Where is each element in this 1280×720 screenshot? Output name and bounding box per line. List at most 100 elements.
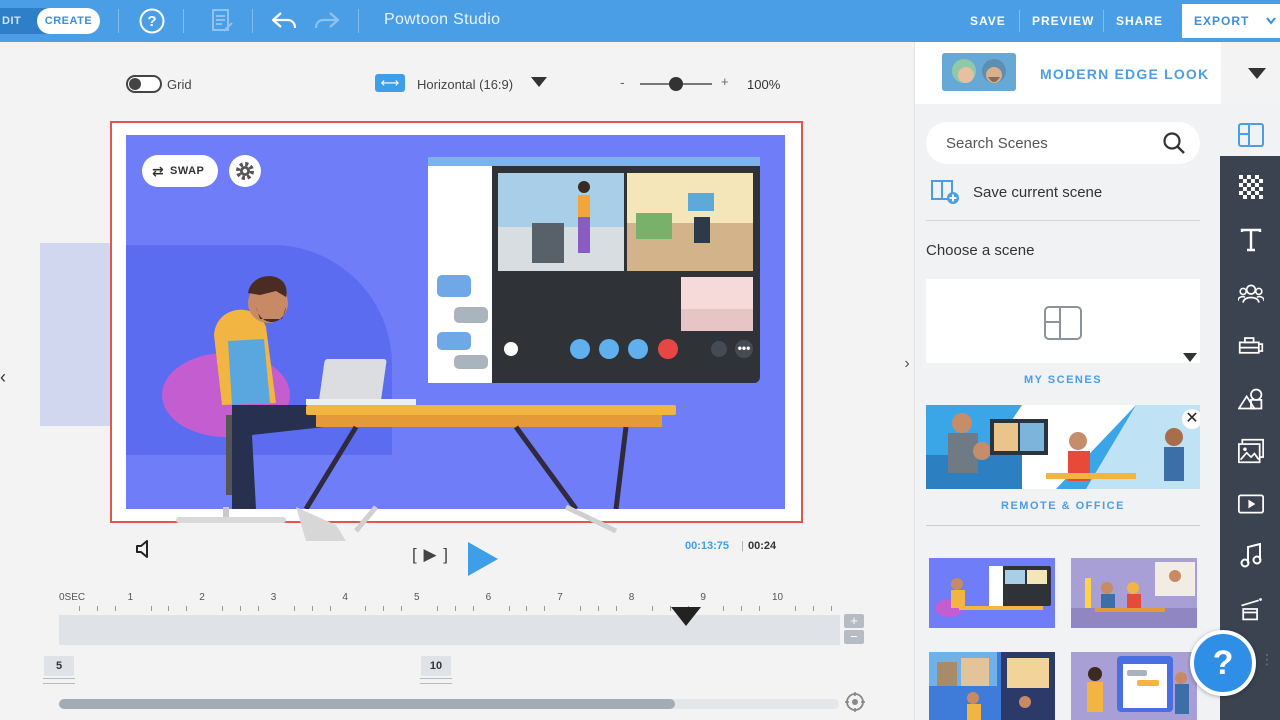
style-caret-icon[interactable] [1248,68,1266,79]
toolbar-divider [252,9,253,33]
scene-prev-arrow[interactable]: ‹ [0,367,6,388]
zoom-out-button[interactable]: - [620,74,625,90]
edit-mode-button[interactable]: DIT [0,8,36,34]
create-mode-button[interactable]: CREATE [37,8,100,34]
mode-toggle[interactable]: DIT CREATE [0,8,100,34]
scene-marker[interactable]: 10 [421,656,451,676]
timeline-zoom-out-button[interactable]: − [844,630,864,644]
scrollbar-thumb[interactable] [59,699,675,709]
ruler-tick [186,606,188,611]
play-icon[interactable] [466,541,500,577]
zoom-level: 100% [747,77,781,92]
volume-icon[interactable] [134,540,152,558]
ruler-tick [454,606,456,611]
timeline-zoom-in-button[interactable]: + [844,614,864,628]
marker-handle[interactable] [43,678,75,684]
my-scenes-label[interactable]: MY SCENES [926,374,1200,386]
scene-thumbnail[interactable] [929,652,1055,720]
more-options-icon[interactable]: ⋮ [1260,652,1274,666]
stage-selection-frame[interactable]: ••• ⇄ SWAP [110,121,803,523]
ruler-tick [741,606,743,611]
orientation-caret-icon[interactable] [531,77,547,87]
top-bar: DIT CREATE ? Powtoon Studio SAVE PREVIEW… [0,0,1280,42]
scene-thumbnail[interactable] [1071,652,1197,720]
export-label: EXPORT [1194,14,1250,28]
media-image-icon[interactable] [1238,438,1264,464]
shapes-icon[interactable] [1238,386,1264,412]
ruler-tick [114,606,116,611]
ruler-tick [311,606,313,611]
text-icon[interactable] [1238,227,1264,253]
scene-thumbnail[interactable] [1071,558,1197,628]
play-frame-button[interactable]: [ ▶ ] [412,545,449,565]
style-selector[interactable]: MODERN EDGE LOOK [915,42,1221,104]
close-icon[interactable]: ✕ [1182,409,1200,429]
ruler-tick [723,606,725,611]
my-scenes-card[interactable] [926,279,1200,363]
orientation-arrows-icon[interactable]: ⟷ [375,74,405,92]
scene-thumbnail[interactable] [929,558,1055,628]
ruler-tick [168,606,170,611]
caret-down-icon[interactable] [1183,353,1197,362]
share-button[interactable]: SHARE [1116,14,1163,28]
ruler-label: 7 [557,592,563,603]
search-placeholder: Search Scenes [946,135,1048,152]
music-icon[interactable] [1238,543,1264,569]
scene-canvas[interactable]: ••• ⇄ SWAP [126,135,785,509]
export-button[interactable]: EXPORT [1182,4,1280,38]
characters-icon[interactable] [1238,281,1264,307]
preview-button[interactable]: PREVIEW [1032,14,1094,28]
style-name: MODERN EDGE LOOK [1040,66,1210,82]
undo-icon[interactable] [270,7,298,35]
save-button[interactable]: SAVE [970,14,1006,28]
divider [926,220,1200,221]
zoom-slider-handle[interactable] [669,77,683,91]
man-at-desk-illustration[interactable] [156,265,676,509]
help-circle-icon[interactable]: ? [138,7,166,35]
notes-icon[interactable] [208,7,236,35]
ruler-tick [78,606,80,611]
timeline-track[interactable] [59,615,840,645]
save-current-scene-link[interactable]: Save current scene [973,184,1102,201]
fit-timeline-icon[interactable] [845,692,865,712]
ruler-tick [651,606,653,611]
scene-settings-button[interactable] [229,155,261,187]
ruler-tick [812,606,814,611]
search-icon[interactable] [1162,131,1186,155]
playhead[interactable] [671,607,701,626]
remote-office-label[interactable]: REMOTE & OFFICE [926,500,1200,512]
ruler-label: 5 [414,592,420,603]
ruler-label: 10 [772,592,784,603]
orientation-select[interactable]: Horizontal (16:9) [417,77,513,92]
ruler-tick [150,606,152,611]
redo-icon[interactable] [313,7,341,35]
total-time: 00:24 [748,540,777,552]
zoom-in-button[interactable]: + [721,74,729,89]
scene-marker[interactable]: 5 [44,656,74,676]
timeline-scrollbar[interactable] [59,699,839,709]
grid-label: Grid [167,77,192,92]
save-scene-icon[interactable] [931,179,961,205]
video-icon[interactable] [1238,491,1264,517]
remote-office-banner[interactable]: ✕ [926,405,1200,489]
ruler-label: 4 [342,592,348,603]
scenes-layout-icon[interactable] [1238,122,1264,148]
offstage-illustration-overflow [176,505,618,541]
background-checker-icon[interactable] [1238,174,1264,200]
specials-icon[interactable] [1238,596,1264,622]
ruler-tick [472,606,474,611]
swap-button[interactable]: ⇄ SWAP [142,155,218,187]
swap-label: SWAP [170,165,205,177]
props-icon[interactable] [1238,332,1264,358]
app-title: Powtoon Studio [384,11,501,28]
toolbar-divider [1019,10,1020,32]
panel-collapse-arrow[interactable]: › [899,352,915,376]
chevron-down-icon [1266,17,1276,25]
help-button[interactable]: ? [1190,630,1256,696]
marker-handle[interactable] [420,678,452,684]
search-scenes-input[interactable]: Search Scenes [926,122,1200,164]
ruler-label: 1 [127,592,134,603]
grid-toggle[interactable] [126,75,162,93]
ruler-tick [615,606,617,611]
ruler-tick [759,606,761,611]
